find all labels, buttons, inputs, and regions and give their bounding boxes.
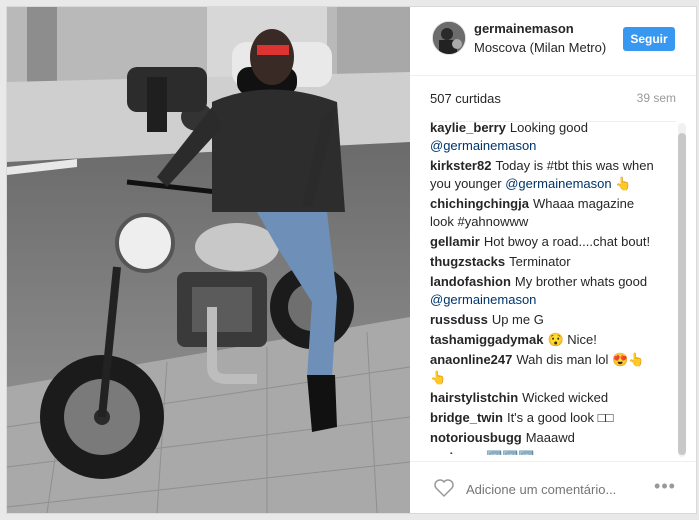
comment-text: Maaawd — [525, 430, 575, 445]
scrollbar-thumb[interactable] — [678, 133, 686, 455]
comment-mention[interactable]: @germainemason — [430, 138, 536, 153]
likes-count[interactable]: 507 curtidas — [430, 91, 501, 106]
comment-item: chichingchingja Whaaa magazine look #yahn… — [430, 195, 660, 231]
comment-item: thugzstacks Terminator — [430, 253, 660, 271]
comment-username[interactable]: chichingchingja — [430, 196, 529, 211]
comment-input[interactable] — [464, 478, 648, 500]
post-stats: 507 curtidas 39 sem — [430, 91, 676, 122]
comment-text: 🆙🆙🆙 — [486, 450, 535, 455]
post-location[interactable]: Moscova (Milan Metro) — [474, 40, 606, 55]
comment-mention[interactable]: @germainemason — [430, 292, 536, 307]
post-sidebar: germainemason Moscova (Milan Metro) Segu… — [410, 7, 696, 513]
post-username[interactable]: germainemason — [474, 21, 574, 36]
comment-text: Wicked wicked — [522, 390, 609, 405]
post-photo[interactable] — [7, 7, 410, 513]
comment-item: bridge_twin It's a good look □□ — [430, 409, 660, 427]
comment-username[interactable]: landofashion — [430, 274, 511, 289]
comment-item: anaonline247 Wah dis man lol 😍👆👆 — [430, 351, 660, 387]
comment-item: notoriousbugg Maaawd — [430, 429, 660, 447]
comment-username[interactable]: rasisses — [430, 450, 482, 455]
post-header: germainemason Moscova (Milan Metro) Segu… — [410, 7, 696, 76]
comment-item: hairstylistchin Wicked wicked — [430, 389, 660, 407]
comments-scrollbar[interactable] — [678, 123, 686, 457]
avatar[interactable] — [432, 21, 466, 55]
more-options-icon[interactable]: ••• — [652, 476, 678, 496]
post-age: 39 sem — [636, 91, 676, 105]
comment-text: Hot bwoy a road....chat bout! — [483, 234, 651, 249]
comment-text: Up me G — [491, 312, 544, 327]
comments-list: kaylie_berry Looking good @germainemason k… — [430, 119, 674, 455]
comment-username[interactable]: anaonline247 — [430, 352, 512, 367]
comment-text: It's a good look □□ — [506, 410, 614, 425]
comment-text: Looking good — [509, 120, 588, 135]
post-footer: ••• — [410, 461, 696, 514]
comment-item: rasisses 🆙🆙🆙 — [430, 449, 660, 455]
comment-username[interactable]: kaylie_berry — [430, 120, 506, 135]
comment-item: landofashion My brother whats good @germa… — [430, 273, 660, 309]
heart-icon[interactable] — [432, 476, 456, 500]
comment-item: gellamir Hot bwoy a road....chat bout! — [430, 233, 660, 251]
comment-text: Terminator — [509, 254, 571, 269]
comment-text: My brother whats good — [514, 274, 648, 289]
comment-username[interactable]: russduss — [430, 312, 488, 327]
comment-username[interactable]: gellamir — [430, 234, 480, 249]
comment-username[interactable]: kirkster82 — [430, 158, 491, 173]
comment-username[interactable]: thugzstacks — [430, 254, 505, 269]
follow-button[interactable]: Seguir — [623, 27, 675, 51]
comment-item: kaylie_berry Looking good @germainemason — [430, 119, 660, 155]
comment-username[interactable]: tashamiggadymak — [430, 332, 543, 347]
comment-username[interactable]: bridge_twin — [430, 410, 503, 425]
comment-username[interactable]: notoriousbugg — [430, 430, 522, 445]
instagram-post-window: germainemason Moscova (Milan Metro) Segu… — [6, 6, 697, 514]
comment-emoji: 👆 — [615, 176, 632, 191]
comment-username[interactable]: hairstylistchin — [430, 390, 518, 405]
comment-item: kirkster82 Today is #tbt this was when yo… — [430, 157, 660, 193]
comment-mention[interactable]: @germainemason — [505, 176, 611, 191]
comment-text: 😯 Nice! — [547, 332, 597, 347]
comment-item: russduss Up me G — [430, 311, 660, 329]
comment-item: tashamiggadymak 😯 Nice! — [430, 331, 660, 349]
